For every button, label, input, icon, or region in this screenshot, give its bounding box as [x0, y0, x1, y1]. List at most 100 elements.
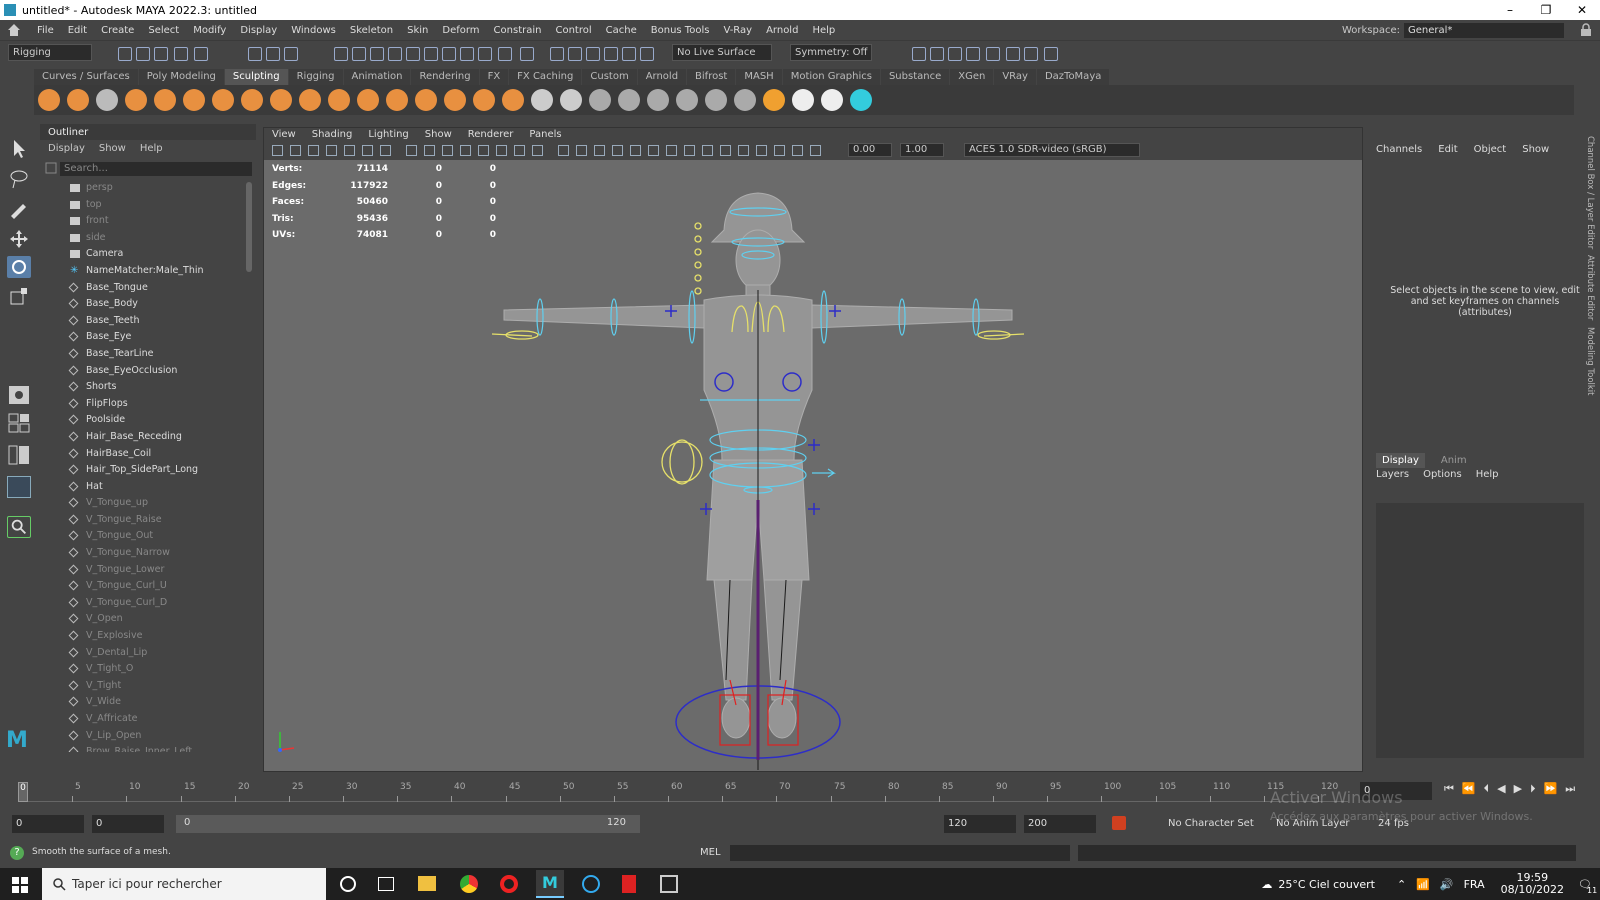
app-c-icon[interactable] — [582, 875, 600, 893]
outliner-item[interactable]: V_Tight — [40, 678, 246, 695]
status-line-tool-icon[interactable] — [568, 47, 582, 61]
status-line-tool-icon[interactable] — [520, 47, 534, 61]
status-line-tool-icon[interactable] — [640, 47, 654, 61]
viewport-tool-icon[interactable] — [380, 145, 391, 156]
outliner-item[interactable]: V_Tongue_up — [40, 495, 246, 512]
menu-constrain[interactable]: Constrain — [487, 25, 549, 36]
outliner-item[interactable]: V_Affricate — [40, 711, 246, 728]
outliner-item[interactable]: Hat — [40, 479, 246, 496]
outliner-item[interactable]: Poolside — [40, 412, 246, 429]
viewport-tool-icon[interactable] — [648, 145, 659, 156]
status-line-tool-icon[interactable] — [154, 47, 168, 61]
sculpt-tool-icon[interactable] — [299, 89, 321, 111]
viewport-tool-icon[interactable] — [344, 145, 355, 156]
windows-start-icon[interactable] — [12, 877, 28, 893]
workspace-dropdown[interactable]: General* — [1404, 22, 1564, 38]
go-to-start-icon[interactable]: ⏮ — [1444, 782, 1454, 796]
step-back-frame-icon[interactable]: ⏴ — [1484, 782, 1490, 796]
filter-icon[interactable] — [45, 162, 57, 174]
sculpt-tool-icon[interactable] — [328, 89, 350, 111]
viewport-tool-icon[interactable] — [576, 145, 587, 156]
viewport-tool-icon[interactable] — [774, 145, 785, 156]
character-set-dropdown[interactable]: No Character Set — [1168, 818, 1254, 829]
time-slider[interactable]: 0 5 10 15 20 25 30 35 40 45 50 55 60 65 70 75 80 85 90 95 10… — [14, 778, 1354, 804]
status-line-tool-icon[interactable] — [194, 47, 208, 61]
search-icon[interactable] — [7, 516, 31, 538]
status-line-tool-icon[interactable] — [136, 47, 150, 61]
rotate-tool-icon[interactable] — [7, 256, 31, 278]
shelf-tab-fx[interactable]: FX — [479, 69, 509, 85]
viewport-tool-icon[interactable] — [424, 145, 435, 156]
viewport-tool-icon[interactable] — [442, 145, 453, 156]
status-line-tool-icon[interactable] — [442, 47, 456, 61]
status-line-tool-icon[interactable] — [352, 47, 366, 61]
viewport-tool-icon[interactable] — [326, 145, 337, 156]
shelf-tab-xgen[interactable]: XGen — [950, 69, 994, 85]
viewport-tool-icon[interactable] — [720, 145, 731, 156]
sculpt-tool-icon[interactable] — [38, 89, 60, 111]
mel-label[interactable]: MEL — [700, 847, 721, 858]
shelf-tab-animation[interactable]: Animation — [343, 69, 411, 85]
close-button[interactable]: ✕ — [1564, 0, 1600, 20]
viewport-tool-icon[interactable] — [558, 145, 569, 156]
outliner-item[interactable]: Hair_Top_SidePart_Long — [40, 462, 246, 479]
menu-bonus-tools[interactable]: Bonus Tools — [644, 25, 717, 36]
shelf-tab-poly-modeling[interactable]: Poly Modeling — [138, 69, 224, 85]
shelf-tab-sculpting[interactable]: Sculpting — [224, 69, 288, 85]
sculpt-tool-icon[interactable] — [125, 89, 147, 111]
tray-chevron-icon[interactable]: ⌃ — [1397, 878, 1406, 891]
side-tab[interactable]: Channel Box / Layer Editor — [1585, 136, 1595, 249]
viewport-menu-show[interactable]: Show — [417, 128, 460, 142]
step-forward-frame-icon[interactable]: ⏵ — [1530, 782, 1536, 796]
sculpt-tool-icon[interactable] — [386, 89, 408, 111]
outliner-item[interactable]: V_Tongue_Raise — [40, 512, 246, 529]
status-line-tool-icon[interactable] — [966, 47, 980, 61]
go-to-end-icon[interactable]: ⏭ — [1565, 782, 1575, 796]
symmetry-dropdown[interactable]: Symmetry: Off — [790, 44, 872, 61]
playback-start-field[interactable]: 0 — [92, 815, 164, 833]
home-icon[interactable] — [6, 23, 22, 37]
app-red-icon[interactable] — [622, 875, 636, 893]
shelf-tab-mash[interactable]: MASH — [736, 69, 782, 85]
status-line-tool-icon[interactable] — [550, 47, 564, 61]
scene-end-field[interactable]: 200 — [1024, 815, 1096, 833]
sculpt-tool-icon[interactable] — [502, 89, 524, 111]
menu-skeleton[interactable]: Skeleton — [343, 25, 400, 36]
menu-create[interactable]: Create — [94, 25, 141, 36]
lock-icon[interactable] — [1580, 23, 1592, 37]
status-line-tool-icon[interactable] — [478, 47, 492, 61]
viewport-tool-icon[interactable] — [362, 145, 373, 156]
outliner-item[interactable]: Hair_Base_Receding — [40, 429, 246, 446]
status-line-tool-icon[interactable] — [406, 47, 420, 61]
status-line-tool-icon[interactable] — [460, 47, 474, 61]
sculpt-tool-icon[interactable] — [154, 89, 176, 111]
sculpt-tool-icon[interactable] — [734, 89, 756, 111]
sculpt-tool-icon[interactable] — [589, 89, 611, 111]
maximize-button[interactable]: ❐ — [1528, 0, 1564, 20]
layer-list[interactable] — [1376, 503, 1584, 758]
menu-deform[interactable]: Deform — [435, 25, 486, 36]
status-line-tool-icon[interactable] — [118, 47, 132, 61]
status-line-tool-icon[interactable] — [948, 47, 962, 61]
shelf-tab-daztomaya[interactable]: DazToMaya — [1036, 69, 1110, 85]
sculpt-tool-icon[interactable] — [357, 89, 379, 111]
outliner-item[interactable]: front — [40, 213, 246, 230]
sculpt-tool-icon[interactable] — [96, 89, 118, 111]
outliner-item[interactable]: V_Lip_Open — [40, 728, 246, 745]
status-line-tool-icon[interactable] — [424, 47, 438, 61]
exposure-field[interactable]: 0.00 — [848, 143, 892, 157]
minimize-button[interactable]: – — [1492, 0, 1528, 20]
layer-tab-display[interactable]: Display — [1376, 453, 1425, 468]
outliner-item[interactable]: side — [40, 230, 246, 247]
status-line-tool-icon[interactable] — [284, 47, 298, 61]
outliner-item[interactable]: ✳ NameMatcher:Male_Thin — [40, 263, 246, 280]
select-tool-icon[interactable] — [7, 138, 31, 160]
viewport-tool-icon[interactable] — [810, 145, 821, 156]
cortana-icon[interactable] — [340, 876, 356, 892]
sculpt-tool-icon[interactable] — [531, 89, 553, 111]
viewport-menu-view[interactable]: View — [264, 128, 304, 142]
menu-help[interactable]: Help — [805, 25, 842, 36]
status-line-tool-icon[interactable] — [174, 47, 188, 61]
app-gear-icon[interactable] — [660, 875, 678, 893]
viewport-tool-icon[interactable] — [478, 145, 489, 156]
